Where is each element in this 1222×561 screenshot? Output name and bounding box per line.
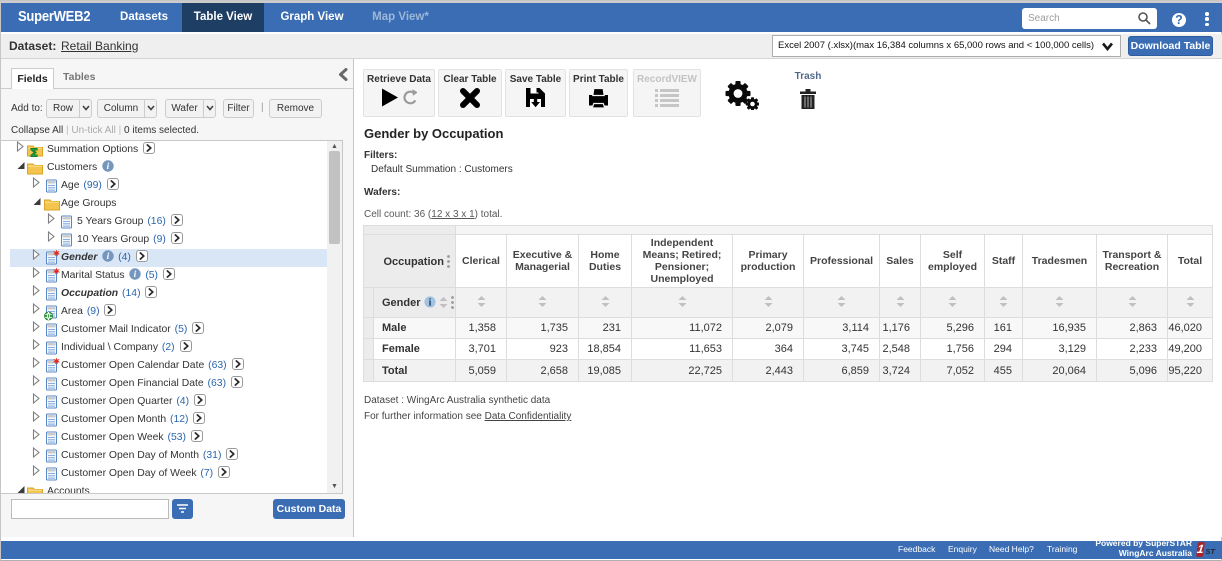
svg-text:i: i xyxy=(428,297,431,308)
svg-text:i: i xyxy=(107,252,110,262)
svg-text:i: i xyxy=(107,162,110,172)
svg-text:i: i xyxy=(134,270,137,280)
